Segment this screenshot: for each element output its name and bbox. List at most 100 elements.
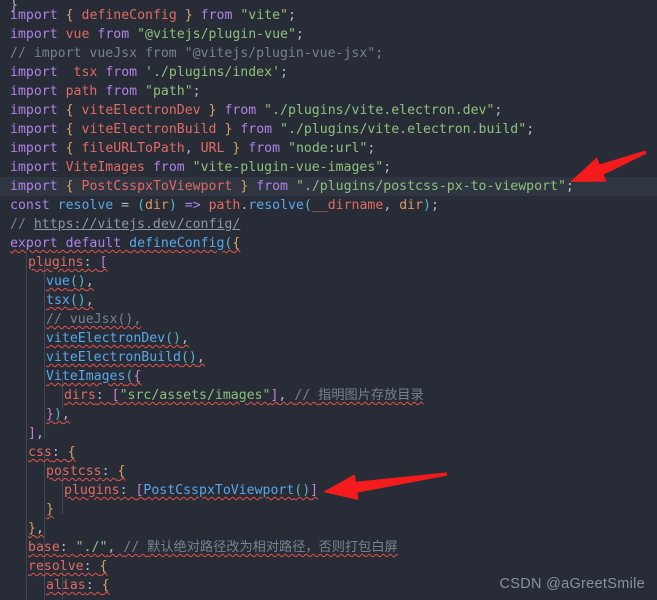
code-token: : (95, 388, 112, 403)
code-token: from (97, 27, 130, 42)
code-line-text: import { fileURLToPath, URL } from "node… (0, 139, 375, 158)
code-token: () (69, 293, 86, 308)
code-line[interactable]: base: "./", // 默认绝对路径改为相对路径，否则打包白屏 (0, 538, 657, 557)
code-token: resolve (57, 198, 114, 213)
code-token: ( (137, 198, 146, 213)
code-line[interactable]: plugins: [ (0, 253, 657, 272)
code-line[interactable]: ViteImages({ (0, 367, 657, 386)
code-token: viteElectronDev (46, 331, 166, 346)
code-line[interactable]: export default defineConfig({ (0, 234, 657, 253)
code-line-list[interactable]: } import { defineConfig } from "vite"; imp… (0, 0, 657, 600)
code-line[interactable]: import ViteImages from "vite-plugin-vue-… (0, 158, 657, 177)
code-token: : (119, 483, 136, 498)
code-line[interactable]: }), (0, 405, 657, 424)
code-token: import (10, 179, 58, 194)
code-token: import (10, 65, 58, 80)
code-token: vue (65, 27, 90, 42)
code-line[interactable]: const resolve = (dir) => path.resolve(__… (0, 196, 657, 215)
code-token: ; (295, 27, 304, 42)
code-token: ; (288, 8, 296, 23)
code-line[interactable]: dirs: ["src/assets/images"], // 指明图片存放目录 (0, 386, 657, 405)
code-token: { (67, 445, 76, 460)
code-line-text: // import vueJsx from "@vitejs/plugin-vu… (0, 44, 383, 63)
code-line[interactable]: plugins: [PostCsspxToViewport()] (0, 481, 657, 500)
code-line-text: export default defineConfig({ (0, 234, 240, 253)
code-line[interactable]: import tsx from './plugins/index'; (0, 63, 657, 82)
code-token: "node:url" (288, 141, 368, 156)
code-line[interactable]: postcss: { (0, 462, 657, 481)
code-line-text: postcss: { (36, 462, 125, 481)
code-token: path (208, 198, 241, 213)
code-line-text: import ViteImages from "vite-plugin-vue-… (0, 158, 391, 177)
code-line[interactable]: viteElectronBuild(), (0, 348, 657, 367)
code-token: import (10, 122, 58, 137)
code-token: base (28, 540, 60, 555)
code-line-text: // https://vitejs.dev/config/ (0, 215, 240, 234)
code-token: } (184, 8, 193, 23)
code-line[interactable]: vue(), (0, 272, 657, 291)
code-token: defineConfig (81, 8, 177, 23)
code-token: ] (310, 483, 319, 498)
code-token: { (99, 559, 108, 574)
code-line-text: viteElectronBuild(), (36, 348, 205, 367)
code-token: defineConfig (129, 236, 225, 251)
code-line[interactable]: tsx(), (0, 291, 657, 310)
code-line[interactable]: // vueJsx(), (0, 310, 657, 329)
code-token: viteElectronDev (81, 103, 201, 118)
code-token: "./" (75, 540, 108, 555)
code-token: https://vitejs.dev/config/ (33, 217, 241, 232)
code-line[interactable]: css: { (0, 443, 657, 462)
code-line-text: import { PostCsspxToViewport } from "./p… (0, 177, 574, 196)
code-token: from (248, 141, 281, 156)
code-token: , (35, 426, 44, 441)
code-line[interactable]: import { fileURLToPath, URL } from "node… (0, 139, 657, 158)
code-token: () (165, 331, 181, 346)
code-token: , (61, 407, 70, 422)
code-line[interactable]: resolve: { (0, 557, 657, 576)
code-line[interactable]: import vue from "@vitejs/plugin-vue"; (0, 25, 657, 44)
code-token: fileURLToPath (81, 141, 185, 156)
code-token: , (107, 540, 124, 555)
code-line-text: viteElectronDev(), (36, 329, 189, 348)
code-token: : (59, 540, 76, 555)
code-line[interactable]: // import vueJsx from "@vitejs/plugin-vu… (0, 44, 657, 63)
code-token: , (278, 388, 295, 403)
code-token: ; (526, 122, 535, 137)
code-line-text: }), (36, 405, 70, 424)
code-line-text: plugins: [PostCsspxToViewport()] (54, 481, 318, 500)
code-line[interactable]: import { viteElectronDev } from "./plugi… (0, 101, 657, 120)
code-line[interactable]: viteElectronDev(), (0, 329, 657, 348)
csdn-watermark: CSDN @aGreetSmile (499, 576, 645, 592)
code-line-text: vue(), (36, 272, 94, 291)
code-token: PostCsspxToViewport (143, 483, 295, 498)
code-line[interactable]: } (0, 500, 657, 519)
editor-code-surface[interactable]: } import { defineConfig } from "vite"; imp… (0, 0, 657, 600)
code-line[interactable]: }, (0, 519, 657, 538)
code-line[interactable]: ], (0, 424, 657, 443)
code-line[interactable]: import { viteElectronBuild } from "./plu… (0, 120, 657, 139)
code-token: import (10, 103, 58, 118)
code-token: dir (145, 198, 169, 213)
code-line[interactable]: // https://vitejs.dev/config/ (0, 215, 657, 234)
code-token: URL (200, 141, 225, 156)
code-token: from (240, 122, 273, 137)
code-line[interactable]: import path from "path"; (0, 82, 657, 101)
code-line-text: css: { (18, 443, 76, 462)
code-token: () (69, 274, 86, 289)
code-token: } (28, 521, 36, 536)
code-line[interactable]: import { PostCsspxToViewport } from "./p… (0, 177, 657, 196)
code-token: : (83, 559, 100, 574)
code-line[interactable]: import { defineConfig } from "vite"; (0, 6, 657, 25)
code-token: "path" (145, 84, 193, 99)
